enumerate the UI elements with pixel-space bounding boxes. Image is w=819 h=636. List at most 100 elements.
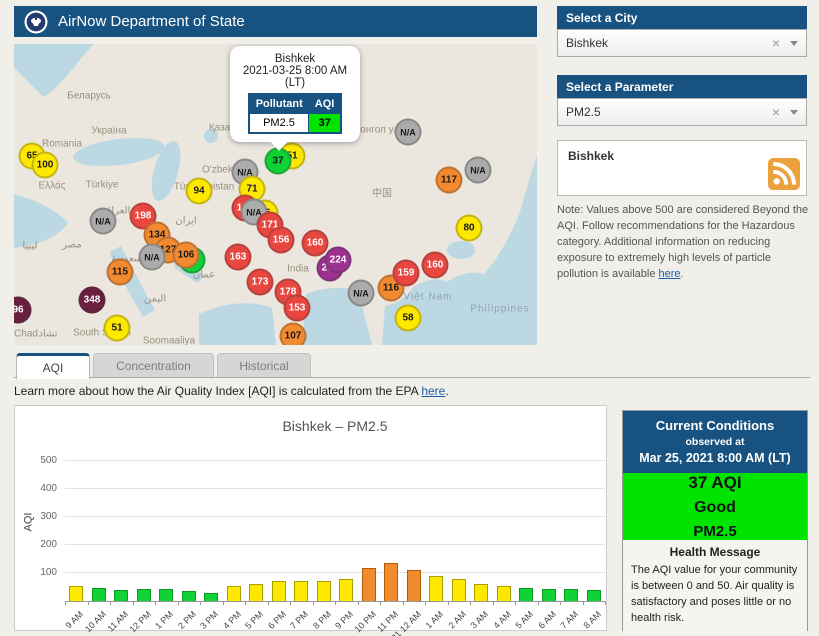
chart-title: Bishkek – PM2.5 xyxy=(65,418,605,434)
feed-city-label: Bishkek xyxy=(568,149,614,163)
chart-x-tick xyxy=(313,601,314,605)
rss-icon[interactable] xyxy=(768,158,800,195)
chart-x-label: 9 AM xyxy=(64,609,86,631)
chart-bar xyxy=(542,589,556,601)
map-marker[interactable]: N/A xyxy=(395,119,422,146)
map-marker[interactable]: 156 xyxy=(268,227,295,254)
aqi-value: 37 AQI xyxy=(623,473,807,493)
map-marker[interactable]: 160 xyxy=(422,252,449,279)
map-country-label: Ελλάς xyxy=(38,181,65,192)
app-title: AirNow Department of State xyxy=(58,13,245,30)
page: AirNow Department of State БеларусьУкраї… xyxy=(0,0,819,636)
chart-gridline xyxy=(65,488,605,489)
map-marker[interactable]: 51 xyxy=(104,315,131,342)
chart-x-tick xyxy=(335,601,336,605)
chart-x-label: 2 PM xyxy=(176,609,198,631)
map-marker[interactable]: 163 xyxy=(225,244,252,271)
chart-x-label: 7 AM xyxy=(559,609,581,631)
map-marker[interactable]: 107 xyxy=(280,323,307,346)
map-country-label: Україна xyxy=(91,126,126,137)
chart-bar xyxy=(497,586,511,601)
map-marker[interactable]: N/A xyxy=(348,280,375,307)
popup-aqi-value: 37 xyxy=(309,114,342,134)
current-conditions-header: Current Conditions observed at Mar 25, 2… xyxy=(623,411,807,473)
map-marker[interactable]: 96 xyxy=(14,297,32,324)
tab-concentration[interactable]: Concentration xyxy=(93,353,214,378)
learn-more-prefix: Learn more about how the Air Quality Ind… xyxy=(14,384,421,398)
chart-x-tick xyxy=(560,601,561,605)
parameter-select-value: PM2.5 xyxy=(566,105,772,119)
map-marker[interactable]: 153 xyxy=(284,295,311,322)
map-country-label: Philippines xyxy=(470,304,529,315)
map-marker[interactable]: 80 xyxy=(456,215,483,242)
chevron-down-icon[interactable] xyxy=(790,110,798,115)
chart-gridline xyxy=(65,516,605,517)
map-marker[interactable]: 100 xyxy=(32,152,59,179)
parameter-select[interactable]: PM2.5 × xyxy=(557,98,807,126)
map-marker[interactable]: 94 xyxy=(186,178,213,205)
tab-aqi[interactable]: AQI xyxy=(16,353,90,379)
health-message-block: Health Message The AQI value for your co… xyxy=(623,540,807,634)
feed-box: Bishkek xyxy=(557,140,807,196)
chart-y-tick: 400 xyxy=(23,483,57,494)
chart-bar xyxy=(159,589,173,601)
chart-gridline xyxy=(65,460,605,461)
chart-x-label: 1 AM xyxy=(424,609,446,631)
learn-more-here-link[interactable]: here xyxy=(421,384,445,398)
note-suffix: . xyxy=(681,268,684,280)
map-marker[interactable]: 224 xyxy=(325,247,352,274)
chart-x-tick xyxy=(358,601,359,605)
select-parameter-header: Select a Parameter xyxy=(557,75,807,98)
chart-bar xyxy=(452,579,466,601)
note-here-link[interactable]: here xyxy=(659,268,681,280)
chart-bar xyxy=(227,586,241,601)
chart-x-label: 1 PM xyxy=(153,609,175,631)
chart-bar xyxy=(474,584,488,601)
map-marker[interactable]: 115 xyxy=(107,259,134,286)
clear-city-icon[interactable]: × xyxy=(772,35,780,51)
state-department-seal-icon xyxy=(24,10,48,34)
chart-x-label: 3 PM xyxy=(198,609,220,631)
chart-bar xyxy=(272,581,286,601)
map-marker[interactable]: 159 xyxy=(393,260,420,287)
clear-parameter-icon[interactable]: × xyxy=(772,104,780,120)
tab-historical[interactable]: Historical xyxy=(217,353,311,378)
chart-panel: Bishkek – PM2.5 AQI 100200300400500 9 AM… xyxy=(14,405,607,631)
map-country-label: Soomaaliya xyxy=(143,336,195,346)
health-message-text: The AQI value for your community is betw… xyxy=(631,562,799,626)
chart-x-tick xyxy=(110,601,111,605)
map-country-label: مصر xyxy=(62,240,82,251)
map-marker[interactable]: 106 xyxy=(173,242,200,269)
map-marker[interactable]: 173 xyxy=(247,269,274,296)
map-marker[interactable]: 348 xyxy=(79,287,106,314)
map-marker[interactable]: 117 xyxy=(436,167,463,194)
chart-x-label: 12 PM xyxy=(127,609,152,634)
map-marker[interactable]: N/A xyxy=(90,208,117,235)
chart-x-tick xyxy=(538,601,539,605)
chart-x-label: 5 PM xyxy=(243,609,265,631)
map-country-label: تشاد xyxy=(38,329,57,340)
popup-table: Pollutant AQI PM2.5 37 xyxy=(248,93,343,134)
chart-bar xyxy=(204,593,218,601)
chart-x-tick xyxy=(493,601,494,605)
chart-bar xyxy=(137,589,151,601)
chart-gridline xyxy=(65,572,605,573)
map-marker[interactable]: N/A xyxy=(465,157,492,184)
map-country-label: 中国 xyxy=(372,185,392,200)
map-marker[interactable]: 160 xyxy=(302,230,329,257)
chart-bar xyxy=(429,576,443,601)
map[interactable]: БеларусьУкраїнаRomaniaΕλλάςTürkiyeҚазақс… xyxy=(14,44,537,345)
city-select[interactable]: Bishkek × xyxy=(557,29,807,57)
popup-datetime: 2021-03-25 8:00 AM xyxy=(235,65,355,77)
chart-x-label: 10 PM xyxy=(352,609,377,634)
chart-x-tick xyxy=(133,601,134,605)
city-select-value: Bishkek xyxy=(566,36,772,50)
map-marker[interactable]: 37 xyxy=(265,148,292,175)
chart-bar xyxy=(182,591,196,601)
tabs-divider xyxy=(14,377,810,378)
map-marker[interactable]: N/A xyxy=(139,244,166,271)
learn-more-text: Learn more about how the Air Quality Ind… xyxy=(14,384,449,398)
map-marker[interactable]: 58 xyxy=(395,305,422,332)
aqi-status-block: 37 AQI Good PM2.5 xyxy=(623,473,807,540)
chevron-down-icon[interactable] xyxy=(790,41,798,46)
